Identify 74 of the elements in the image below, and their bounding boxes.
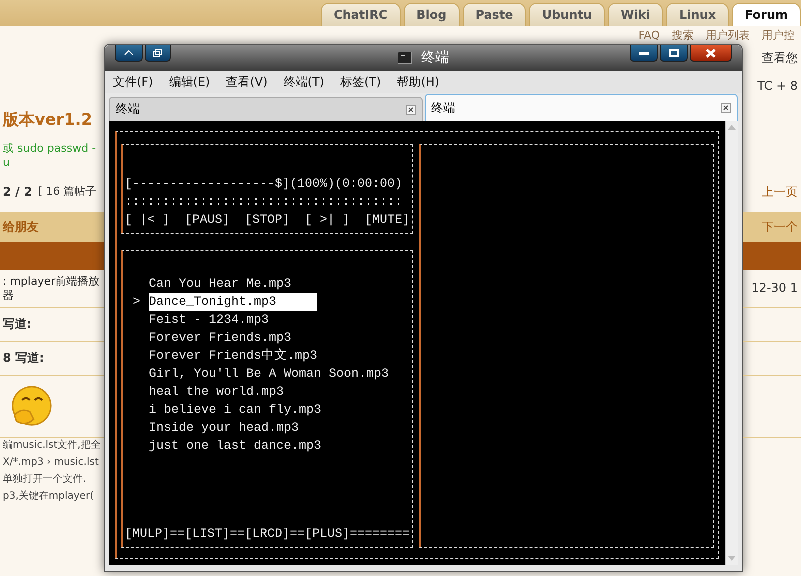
header-link[interactable]: 用户列表 (706, 28, 750, 42)
down-arrow-icon (728, 556, 736, 562)
menu-item[interactable]: 标签(T) (340, 74, 382, 90)
mode-bar-text: [MULP]==[LIST]==[LRCD]==[PLUS]======== (125, 526, 410, 543)
terminal-tab[interactable]: 终端 (109, 97, 422, 121)
header-link[interactable]: 用户控 (762, 28, 795, 42)
browser-tab[interactable]: Linux (666, 3, 730, 26)
playlist-item[interactable]: Forever Friends中文.mp3 (149, 347, 318, 365)
minimize-button[interactable] (630, 45, 658, 62)
forum-text: 或 sudo passwd -u (3, 142, 98, 170)
forum-text: p3,关键在mplayer( (3, 491, 94, 504)
window-title: 终端 (422, 49, 450, 67)
menu-item[interactable]: 查看(V) (226, 74, 268, 90)
forum-text: 单独打开一个文件. (3, 474, 86, 487)
playlist-item[interactable]: Dance_Tonight.mp3 (149, 293, 317, 311)
playlist-item[interactable]: heal the world.mp3 (149, 383, 284, 401)
forum-band (743, 242, 801, 270)
menu-item[interactable]: 文件(F) (113, 74, 154, 90)
forum-text: : mplayer前端播放器 (3, 274, 100, 302)
forum-text: 编music.lst文件,把全 (3, 440, 101, 453)
forum-text: X/*.mp3 › music.lst (3, 457, 99, 470)
browser-tab[interactable]: Wiki (608, 3, 664, 26)
player-control[interactable]: [PAUS] (185, 211, 230, 229)
scrollbar[interactable] (725, 121, 738, 565)
forum-text: 写道: (3, 317, 32, 332)
menu-item[interactable]: 编辑(E) (169, 74, 210, 90)
playlist-item[interactable]: Inside your head.mp3 (149, 419, 300, 437)
browser-tab[interactable]: Forum (732, 3, 801, 26)
meter-text: ::::::::::::::::::::::::::::::::::::: (125, 194, 404, 211)
player-control[interactable]: [ >| ] (305, 211, 350, 229)
post-count-text: [ 16 篇帖子 (38, 185, 97, 199)
header-link[interactable]: 搜索 (672, 28, 694, 42)
playlist-item[interactable]: Can You Hear Me.mp3 (149, 275, 292, 293)
browser-tab[interactable]: ChatIRC (320, 3, 401, 26)
forum-text: 给朋友 (3, 220, 39, 234)
close-icon (706, 48, 716, 58)
forum-text: 8 写道: (3, 351, 44, 366)
window-restore-button[interactable] (145, 45, 171, 62)
playlist-item[interactable]: Feist - 1234.mp3 (149, 311, 270, 329)
browser-tab[interactable]: Blog (404, 3, 460, 26)
maximize-button[interactable] (660, 45, 688, 62)
terminal-icon (398, 52, 412, 64)
browser-tab[interactable]: Ubuntu (529, 3, 606, 26)
browser-tab[interactable]: Paste (462, 3, 526, 26)
windows-icon (153, 48, 163, 58)
menu-item[interactable]: 终端(T) (284, 74, 324, 90)
terminal-tab[interactable]: 终端 (424, 94, 738, 121)
playlist-item[interactable]: i believe i can fly.mp3 (149, 401, 322, 419)
playlist-item[interactable]: Forever Friends.mp3 (149, 329, 292, 347)
player-control[interactable]: [ |< ] (125, 211, 170, 229)
close-icon[interactable] (721, 103, 731, 113)
laughing-emoji-icon (9, 384, 53, 428)
minimize-icon (639, 52, 649, 54)
forum-text: 上一页 (762, 184, 798, 200)
progress-text: [-------------------$](100%)(0:00:00) (125, 176, 404, 193)
menu-item[interactable]: 帮助(H) (397, 74, 440, 90)
playlist-item[interactable]: Girl, You'll Be A Woman Soon.mp3 (149, 365, 390, 383)
close-icon[interactable] (406, 104, 416, 114)
player-control[interactable]: [MUTE] (365, 211, 410, 229)
playlist-item[interactable]: just one last dance.mp3 (149, 437, 322, 455)
forum-text: 版本ver1.2 (3, 110, 93, 130)
forum-text: 2 / 2 (3, 184, 32, 200)
up-arrow-icon (728, 124, 736, 130)
forum-text: 下一个 (762, 220, 798, 234)
maximize-icon (669, 49, 679, 57)
chevron-icon (124, 50, 134, 56)
forum-text: 查看您 (762, 50, 798, 66)
forum-text: 12-30 1 (752, 281, 798, 296)
window-menu-button[interactable] (115, 45, 143, 62)
close-button[interactable] (690, 45, 732, 62)
header-link[interactable]: FAQ (638, 28, 660, 42)
forum-text: TC + 8 (758, 78, 798, 94)
player-control[interactable]: [STOP] (245, 211, 290, 229)
cursor-marker: > (132, 294, 142, 311)
